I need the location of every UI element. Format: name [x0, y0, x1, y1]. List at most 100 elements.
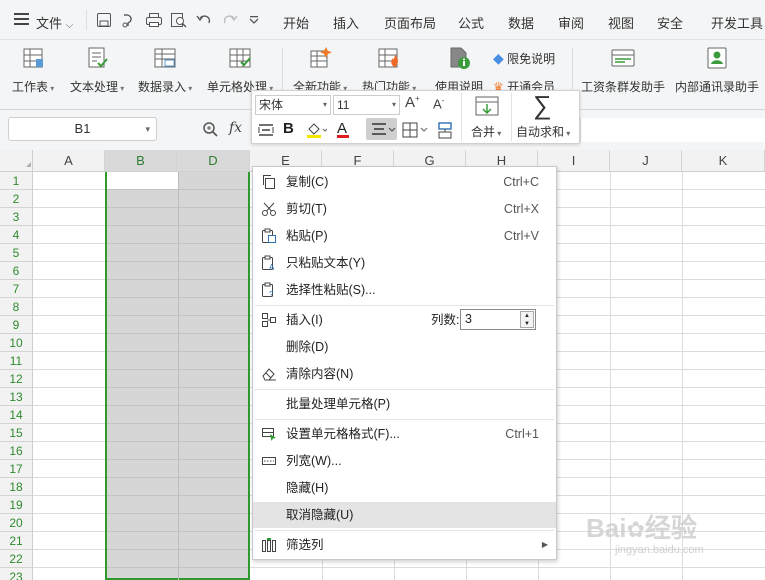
row-header[interactable]: 17: [0, 460, 33, 478]
cell-process-button[interactable]: 单元格处理 ▾: [207, 46, 273, 95]
wrap-text-icon[interactable]: [258, 123, 274, 140]
tab-view[interactable]: 视图: [608, 13, 634, 32]
column-header-j[interactable]: J: [610, 150, 682, 172]
merge-button[interactable]: 合并 ▾: [471, 123, 501, 140]
fill-color-icon[interactable]: [305, 121, 328, 142]
data-entry-button[interactable]: 数据录入 ▾: [138, 46, 192, 95]
menu-item-format-cells[interactable]: 设置单元格格式(F)... Ctrl+1: [253, 421, 556, 447]
row-header[interactable]: 23: [0, 568, 33, 580]
row-header[interactable]: 10: [0, 334, 33, 352]
menu-item-insert[interactable]: 插入(I) 列数: 3 ▲ ▼: [253, 307, 556, 333]
menu-item-batch-process[interactable]: 批量处理单元格(P): [253, 391, 556, 417]
hot-features-button[interactable]: 热门功能 ▾: [362, 46, 416, 95]
watermark-url: jingyan.baidu.com: [615, 544, 704, 556]
row-header[interactable]: 13: [0, 388, 33, 406]
border-icon[interactable]: [402, 122, 428, 141]
file-menu[interactable]: 文件 ⌵: [36, 13, 73, 32]
row-header[interactable]: 8: [0, 298, 33, 316]
row-header[interactable]: 12: [0, 370, 33, 388]
print-preview-icon[interactable]: [170, 12, 188, 31]
row-header[interactable]: 5: [0, 244, 33, 262]
text-process-button[interactable]: 文本处理 ▾: [70, 46, 124, 95]
free-info-link[interactable]: ◆ 限免说明: [493, 50, 555, 67]
menu-item-unhide[interactable]: 取消隐藏(U): [253, 502, 556, 528]
menu-item-hide[interactable]: 隐藏(H): [253, 475, 556, 501]
column-header-k[interactable]: K: [682, 150, 765, 172]
row-header[interactable]: 1: [0, 172, 33, 190]
instructions-button[interactable]: 使用说明: [435, 46, 483, 95]
worksheet-button[interactable]: 工作表 ▾: [12, 46, 54, 95]
tab-formula[interactable]: 公式: [458, 13, 484, 32]
row-header[interactable]: 20: [0, 514, 33, 532]
column-header-d[interactable]: D: [177, 150, 250, 172]
row-header[interactable]: 19: [0, 496, 33, 514]
svg-text:?: ?: [269, 290, 274, 298]
format-painter-icon[interactable]: [436, 121, 454, 142]
column-header-a[interactable]: A: [33, 150, 105, 172]
zoom-search-icon[interactable]: [202, 121, 218, 140]
insert-count-stepper[interactable]: 3 ▲ ▼: [460, 309, 536, 330]
save-icon[interactable]: [96, 12, 112, 31]
row-header[interactable]: 18: [0, 478, 33, 496]
chevron-down-icon: ▾: [322, 100, 327, 109]
tab-data[interactable]: 数据: [508, 13, 534, 32]
menu-item-column-width[interactable]: 列宽(W)...: [253, 448, 556, 474]
tab-page-layout[interactable]: 页面布局: [384, 13, 436, 32]
cell-process-icon: [229, 48, 251, 68]
stepper-down-icon[interactable]: ▼: [524, 320, 530, 328]
menu-item-cut[interactable]: 剪切(T) Ctrl+X: [253, 196, 556, 222]
tab-review[interactable]: 审阅: [558, 13, 584, 32]
font-color-icon[interactable]: A: [337, 120, 349, 138]
tab-security[interactable]: 安全: [657, 13, 683, 32]
stepper-up-icon[interactable]: ▲: [524, 312, 530, 320]
column-header-b[interactable]: B: [105, 150, 177, 172]
menu-item-filter-column[interactable]: 筛选列 ▶: [253, 532, 556, 558]
row-header[interactable]: 14: [0, 406, 33, 424]
font-family-select[interactable]: 宋体 ▾: [255, 95, 331, 115]
row-header[interactable]: 2: [0, 190, 33, 208]
menu-item-paste[interactable]: 粘贴(P) Ctrl+V: [253, 223, 556, 249]
menu-item-paste-special[interactable]: ? 选择性粘贴(S)...: [253, 277, 556, 303]
row-header[interactable]: 6: [0, 262, 33, 280]
autosum-button[interactable]: 自动求和 ▾: [516, 123, 570, 140]
select-all-corner[interactable]: [0, 150, 33, 172]
row-header[interactable]: 4: [0, 226, 33, 244]
font-size-select[interactable]: 11 ▾: [333, 95, 400, 115]
quick-access-dropdown-icon[interactable]: [249, 14, 259, 29]
increase-font-icon[interactable]: A+: [405, 94, 420, 111]
menu-item-clear[interactable]: 清除内容(N): [253, 361, 556, 387]
row-header[interactable]: 15: [0, 424, 33, 442]
row-header[interactable]: 22: [0, 550, 33, 568]
paw-icon: ✿: [626, 517, 645, 542]
print-icon[interactable]: [145, 12, 163, 31]
selected-range[interactable]: [105, 172, 250, 580]
menu-item-paste-text[interactable]: A 只粘贴文本(Y): [253, 250, 556, 276]
row-header[interactable]: 21: [0, 532, 33, 550]
contacts-helper-button[interactable]: 内部通讯录助手: [675, 46, 759, 95]
function-icon[interactable]: fx: [229, 120, 242, 136]
tab-insert[interactable]: 插入: [333, 13, 359, 32]
row-header[interactable]: 9: [0, 316, 33, 334]
menu-item-copy[interactable]: 复制(C) Ctrl+C: [253, 169, 556, 195]
menu-item-delete[interactable]: 删除(D): [253, 334, 556, 360]
row-header[interactable]: 3: [0, 208, 33, 226]
bold-icon[interactable]: B: [283, 120, 294, 137]
name-box[interactable]: B1 ▾: [8, 117, 157, 141]
formula-input[interactable]: [580, 118, 765, 142]
tab-developer[interactable]: 开发工具: [711, 13, 763, 32]
merge-icon[interactable]: [475, 96, 499, 119]
undo-icon[interactable]: [196, 12, 212, 31]
row-header[interactable]: 7: [0, 280, 33, 298]
new-features-button[interactable]: 全新功能 ▾: [293, 46, 347, 95]
align-center-button[interactable]: [366, 118, 397, 140]
row-header[interactable]: 11: [0, 352, 33, 370]
chevron-down-icon: ▾: [145, 124, 150, 134]
row-header[interactable]: 16: [0, 442, 33, 460]
redo-icon[interactable]: [222, 12, 238, 31]
decrease-font-icon[interactable]: A-: [433, 96, 444, 111]
sigma-icon[interactable]: ∑: [533, 92, 552, 118]
salary-helper-button[interactable]: 工资条群发助手: [581, 46, 665, 95]
tab-start[interactable]: 开始: [283, 13, 309, 32]
hamburger-icon[interactable]: [14, 12, 30, 29]
output-icon[interactable]: [120, 12, 136, 31]
